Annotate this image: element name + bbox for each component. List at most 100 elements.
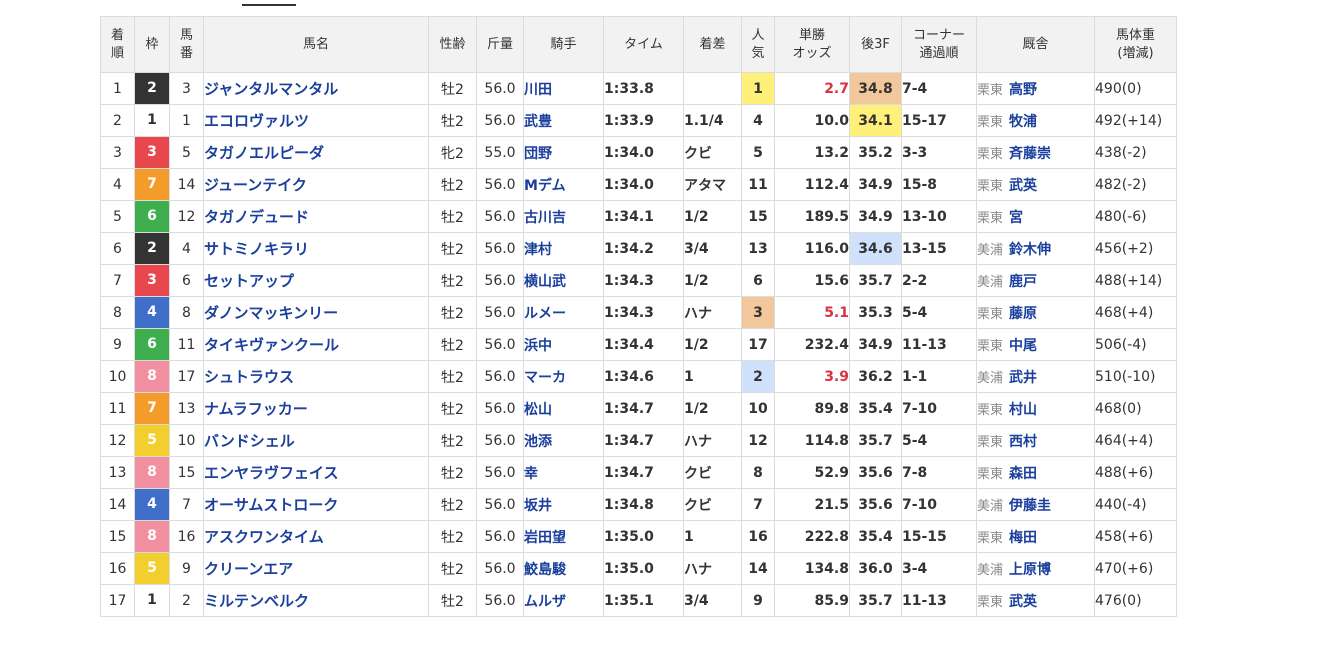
corner-order-cell: 15-8 xyxy=(901,168,977,201)
header-odds-line1: 単勝 xyxy=(798,27,825,43)
jockey-link[interactable]: 幸 xyxy=(523,456,604,489)
frame-number-badge: 5 xyxy=(135,425,169,456)
horse-name-link[interactable]: オーサムストローク xyxy=(203,488,429,521)
time-cell: 1:34.7 xyxy=(603,424,684,457)
header-number-line1: 馬 xyxy=(179,27,193,43)
trainer-link[interactable]: 伊藤圭 xyxy=(1009,498,1051,514)
header-time[interactable]: タイム xyxy=(603,16,684,73)
table-row: 14 4 7 オーサムストローク 牡2 56.0 坂井 1:34.8 クビ 7 21.5 35.6 7-… xyxy=(100,488,1177,521)
horse-name-link[interactable]: アスクワンタイム xyxy=(203,520,429,553)
header-horse[interactable]: 馬名 xyxy=(203,16,429,73)
horse-name-link[interactable]: サトミノキラリ xyxy=(203,232,429,265)
header-last3f[interactable]: 後3F xyxy=(849,16,902,73)
jockey-link[interactable]: Mデム xyxy=(523,168,604,201)
last3f-cell: 36.2 xyxy=(849,360,902,393)
odds-cell: 114.8 xyxy=(774,424,850,457)
trainer-link[interactable]: 宮 xyxy=(1009,210,1023,226)
sex-age-cell: 牡2 xyxy=(428,488,477,521)
stable-area-label: 栗東 xyxy=(977,434,1004,450)
stable-area-label: 栗東 xyxy=(977,114,1004,130)
weight-carried-cell: 56.0 xyxy=(476,584,524,617)
horse-name-link[interactable]: エンヤラヴフェイス xyxy=(203,456,429,489)
trainer-link[interactable]: 武井 xyxy=(1009,370,1037,386)
jockey-link[interactable]: 池添 xyxy=(523,424,604,457)
trainer-link[interactable]: 高野 xyxy=(1009,82,1037,98)
popularity-cell: 6 xyxy=(741,264,775,297)
horse-name-link[interactable]: ダノンマッキンリー xyxy=(203,296,429,329)
header-odds[interactable]: 単勝 オッズ xyxy=(774,16,850,73)
sex-age-cell: 牡2 xyxy=(428,520,477,553)
trainer-link[interactable]: 森田 xyxy=(1009,466,1037,482)
horse-name-link[interactable]: クリーンエア xyxy=(203,552,429,585)
jockey-link[interactable]: ムルザ xyxy=(523,584,604,617)
header-popularity[interactable]: 人気 xyxy=(741,16,775,73)
table-header-row: 着順 枠 馬番 馬名 性齢 斤量 騎手 タイム 着差 人気 単勝 オッズ 後3F … xyxy=(100,16,1177,73)
body-weight-cell: 506(-4) xyxy=(1094,328,1177,361)
horse-number-cell: 16 xyxy=(169,520,204,553)
horse-name-link[interactable]: バンドシェル xyxy=(203,424,429,457)
header-corner[interactable]: コーナー 通過順 xyxy=(901,16,977,73)
jockey-link[interactable]: 岩田望 xyxy=(523,520,604,553)
trainer-link[interactable]: 西村 xyxy=(1009,434,1037,450)
horse-name-link[interactable]: ジャンタルマンタル xyxy=(203,72,429,105)
jockey-link[interactable]: 横山武 xyxy=(523,264,604,297)
stable-area-label: 栗東 xyxy=(977,466,1004,482)
header-stable[interactable]: 厩舎 xyxy=(976,16,1095,73)
sex-age-cell: 牡2 xyxy=(428,104,477,137)
trainer-link[interactable]: 梅田 xyxy=(1009,530,1037,546)
stable-area-label: 栗東 xyxy=(977,210,1004,226)
rank-cell: 9 xyxy=(100,328,135,361)
margin-cell: 1/2 xyxy=(683,392,742,425)
header-frame[interactable]: 枠 xyxy=(134,16,170,73)
header-rank[interactable]: 着順 xyxy=(100,16,135,73)
horse-name-link[interactable]: セットアップ xyxy=(203,264,429,297)
trainer-link[interactable]: 藤原 xyxy=(1009,306,1037,322)
odds-cell: 52.9 xyxy=(774,456,850,489)
rank-cell: 10 xyxy=(100,360,135,393)
odds-cell: 222.8 xyxy=(774,520,850,553)
trainer-link[interactable]: 村山 xyxy=(1009,402,1037,418)
jockey-link[interactable]: ルメー xyxy=(523,296,604,329)
header-sexage[interactable]: 性齢 xyxy=(428,16,477,73)
trainer-link[interactable]: 斉藤崇 xyxy=(1009,146,1051,162)
horse-name-link[interactable]: タガノデュード xyxy=(203,200,429,233)
jockey-link[interactable]: 古川吉 xyxy=(523,200,604,233)
header-number[interactable]: 馬番 xyxy=(169,16,204,73)
jockey-link[interactable]: マーカ xyxy=(523,360,604,393)
header-body-weight[interactable]: 馬体重 (増減) xyxy=(1094,16,1177,73)
jockey-link[interactable]: 鮫島駿 xyxy=(523,552,604,585)
stable-area-label: 美浦 xyxy=(977,242,1004,258)
horse-name-link[interactable]: ナムラフッカー xyxy=(203,392,429,425)
header-jockey[interactable]: 騎手 xyxy=(523,16,604,73)
trainer-link[interactable]: 鈴木伸 xyxy=(1009,242,1051,258)
horse-name-link[interactable]: シュトラウス xyxy=(203,360,429,393)
header-weight-carried[interactable]: 斤量 xyxy=(476,16,524,73)
header-margin[interactable]: 着差 xyxy=(683,16,742,73)
corner-order-cell: 3-4 xyxy=(901,552,977,585)
horse-name-link[interactable]: エコロヴァルツ xyxy=(203,104,429,137)
horse-name-link[interactable]: ミルテンベルク xyxy=(203,584,429,617)
stable-area-label: 栗東 xyxy=(977,146,1004,162)
trainer-link[interactable]: 鹿戸 xyxy=(1009,274,1037,290)
trainer-link[interactable]: 上原博 xyxy=(1009,562,1051,578)
horse-name-link[interactable]: ジューンテイク xyxy=(203,168,429,201)
jockey-link[interactable]: 津村 xyxy=(523,232,604,265)
frame-cell: 1 xyxy=(134,104,170,137)
weight-carried-cell: 56.0 xyxy=(476,424,524,457)
trainer-link[interactable]: 牧浦 xyxy=(1009,114,1037,130)
trainer-link[interactable]: 中尾 xyxy=(1009,338,1037,354)
jockey-link[interactable]: 団野 xyxy=(523,136,604,169)
jockey-link[interactable]: 坂井 xyxy=(523,488,604,521)
trainer-link[interactable]: 武英 xyxy=(1009,594,1037,610)
jockey-link[interactable]: 浜中 xyxy=(523,328,604,361)
frame-number-badge: 2 xyxy=(135,73,169,104)
odds-cell: 5.1 xyxy=(774,296,850,329)
rank-cell: 12 xyxy=(100,424,135,457)
horse-name-link[interactable]: タイキヴァンクール xyxy=(203,328,429,361)
horse-name-link[interactable]: タガノエルピーダ xyxy=(203,136,429,169)
jockey-link[interactable]: 松山 xyxy=(523,392,604,425)
trainer-link[interactable]: 武英 xyxy=(1009,178,1037,194)
jockey-link[interactable]: 川田 xyxy=(523,72,604,105)
jockey-link[interactable]: 武豊 xyxy=(523,104,604,137)
table-body: 1 2 3 ジャンタルマンタル 牡2 56.0 川田 1:33.8 1 2.7 34.8 7-4 栗東高… xyxy=(100,72,1177,617)
